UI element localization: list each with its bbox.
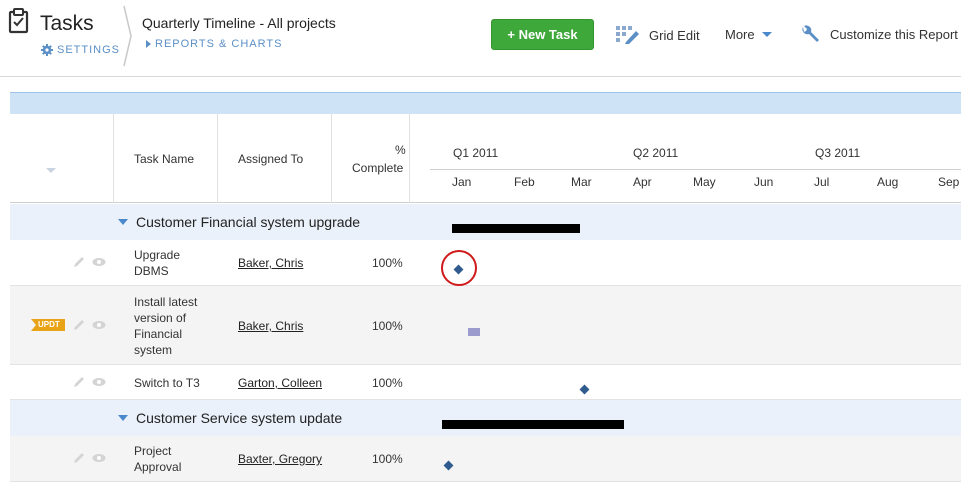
eye-icon[interactable]: [92, 257, 106, 267]
update-badge: UPDT: [31, 319, 65, 331]
group-label: Customer Financial system upgrade: [136, 214, 361, 230]
assignee-link[interactable]: Garton, Colleen: [238, 376, 322, 390]
grid-edit-label: Grid Edit: [649, 27, 700, 43]
task-name: Install latest version of Financial syst…: [134, 295, 198, 357]
month-label: Jun: [754, 175, 774, 189]
more-label: More: [725, 27, 755, 42]
quarter-label: Q3 2011: [815, 146, 861, 160]
percent-complete: 100%: [372, 376, 403, 390]
gear-icon: [41, 44, 53, 56]
group-summary-bar: [442, 420, 624, 429]
grid-title-band: [10, 92, 961, 114]
settings-link[interactable]: SETTINGS: [41, 44, 120, 56]
reports-charts-link[interactable]: REPORTS & CHARTS: [146, 38, 282, 50]
collapse-caret-icon[interactable]: [118, 415, 128, 421]
quarter-label: Q2 2011: [633, 146, 679, 160]
column-assigned-to[interactable]: Assigned To: [238, 152, 303, 166]
expand-arrow-icon: [146, 40, 151, 48]
column-divider: [113, 114, 114, 203]
reports-charts-label: REPORTS & CHARTS: [155, 38, 283, 50]
customize-report-button[interactable]: Customize this Report: [800, 24, 958, 44]
task-name: Upgrade DBMS: [134, 248, 181, 278]
group-summary-bar: [452, 224, 580, 233]
percent-complete: 100%: [372, 452, 403, 466]
collapse-caret-icon[interactable]: [118, 219, 128, 225]
month-label: Sep: [938, 175, 960, 189]
timeline-divider: [430, 169, 961, 170]
column-divider: [217, 114, 218, 203]
grid-edit-icon: [616, 26, 639, 44]
column-percent-symbol[interactable]: %: [395, 143, 406, 157]
eye-icon[interactable]: [92, 453, 106, 463]
pencil-icon[interactable]: [72, 255, 86, 269]
column-percent-complete[interactable]: Complete: [352, 161, 403, 175]
pencil-icon[interactable]: [72, 318, 86, 332]
page-header: Tasks SETTINGS Quarterly Timeline - All …: [0, 0, 961, 77]
month-label: Mar: [571, 175, 592, 189]
clipboard-icon: [8, 8, 29, 34]
assignee-link[interactable]: Baxter, Gregory: [238, 452, 322, 466]
highlight-circle: [441, 250, 477, 286]
more-menu[interactable]: More: [725, 27, 772, 42]
column-task-name[interactable]: Task Name: [134, 152, 194, 166]
pencil-icon[interactable]: [72, 375, 86, 389]
customize-label: Customize this Report: [830, 26, 958, 42]
new-task-button[interactable]: + New Task: [491, 19, 594, 50]
task-name: Switch to T3: [134, 376, 200, 390]
percent-complete: 100%: [372, 256, 403, 270]
eye-icon[interactable]: [92, 320, 106, 330]
breadcrumb-separator: [123, 6, 132, 66]
month-label: Feb: [514, 175, 535, 189]
chevron-down-icon: [761, 32, 772, 37]
column-divider: [409, 114, 410, 203]
month-label: Aug: [877, 175, 899, 189]
month-label: Jul: [814, 175, 830, 189]
column-divider: [331, 114, 332, 203]
assignee-link[interactable]: Baker, Chris: [238, 319, 303, 333]
task-name: Project Approval: [134, 444, 182, 474]
grid-edit-button[interactable]: Grid Edit: [616, 26, 700, 44]
task-bar: [468, 328, 480, 336]
month-label: Jan: [452, 175, 472, 189]
group-label: Customer Service system update: [136, 410, 343, 426]
app-title: Tasks: [40, 12, 94, 35]
month-label: Apr: [633, 175, 652, 189]
eye-icon[interactable]: [92, 377, 106, 387]
sort-caret-icon[interactable]: [46, 168, 56, 173]
settings-label: SETTINGS: [57, 44, 121, 56]
pencil-icon[interactable]: [72, 451, 86, 465]
quarter-label: Q1 2011: [453, 146, 499, 160]
assignee-link[interactable]: Baker, Chris: [238, 256, 303, 270]
wrench-icon: [802, 25, 819, 42]
percent-complete: 100%: [372, 319, 403, 333]
report-title: Quarterly Timeline - All projects: [142, 15, 336, 31]
month-label: May: [693, 175, 716, 189]
